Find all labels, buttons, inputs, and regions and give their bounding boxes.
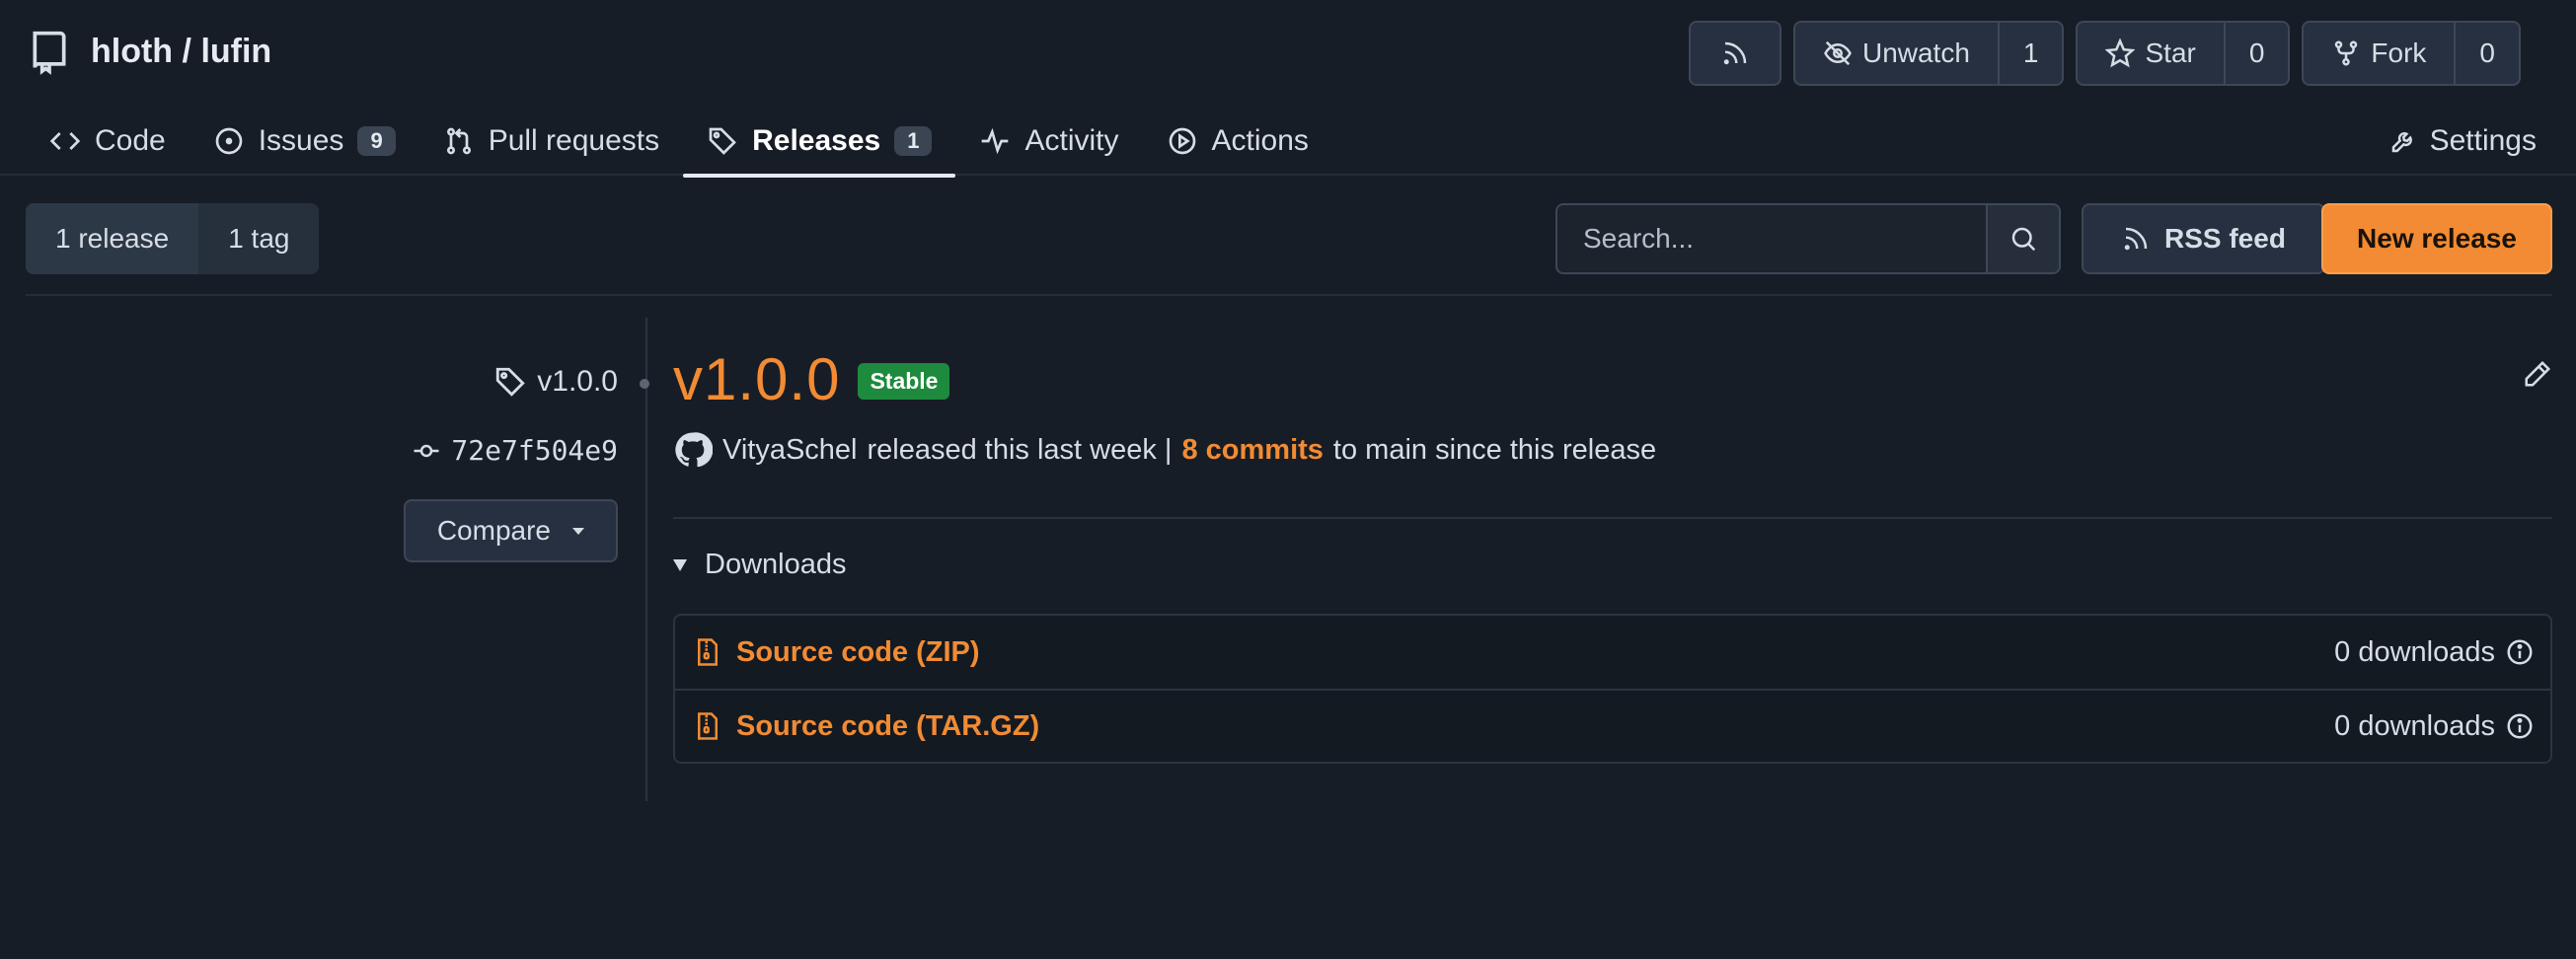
- settings-label: Settings: [2429, 124, 2537, 157]
- search-input[interactable]: [1555, 203, 1986, 274]
- watch-count[interactable]: 1: [1999, 21, 2065, 86]
- release-author[interactable]: VityaSchel: [722, 434, 858, 467]
- release-title[interactable]: v1.0.0: [673, 345, 840, 413]
- repo-title: hloth / lufin: [28, 24, 271, 79]
- info-icon[interactable]: [2505, 711, 2535, 741]
- fork-label: Fork: [2371, 37, 2427, 68]
- fork-group: Fork 0: [2302, 21, 2521, 86]
- tag-icon: [496, 367, 526, 397]
- asset-link[interactable]: Source code (TAR.GZ): [736, 710, 1039, 743]
- watch-group: Unwatch 1: [1792, 21, 2065, 86]
- releases-count: 1: [894, 126, 933, 156]
- released-text: released this last week |: [867, 433, 1173, 466]
- unwatch-label: Unwatch: [1861, 37, 1970, 68]
- tab-actions[interactable]: Actions: [1143, 107, 1332, 176]
- rss-feed-label: RSS feed: [2164, 223, 2286, 254]
- fork-button[interactable]: Fork: [2302, 21, 2457, 86]
- releases-tags-toggle: 1 release 1 tag: [26, 203, 320, 274]
- search-button[interactable]: [1986, 203, 2061, 274]
- tab-label: Pull requests: [488, 124, 660, 157]
- tab-label: Code: [95, 124, 166, 157]
- release-search: [1555, 203, 2061, 274]
- commit-icon: [414, 444, 439, 457]
- file-zip-icon: [698, 638, 718, 666]
- tab-pull-requests[interactable]: Pull requests: [419, 107, 683, 176]
- repo-header: hloth / lufin Unwatch 1 Star 0 Fork 0 Co…: [0, 0, 2576, 178]
- release-tag: v1.0.0: [537, 365, 618, 398]
- star-count[interactable]: 0: [2225, 21, 2291, 86]
- since-text: to main since this release: [1332, 433, 1657, 466]
- tags-count-link[interactable]: 1 tag: [198, 203, 319, 274]
- pulse-icon: [982, 127, 1009, 155]
- asset-download-count: 0 downloads: [2334, 635, 2495, 668]
- downloads-label: Downloads: [705, 549, 847, 580]
- assets-list: Source code (ZIP) 0 downloads Source cod…: [673, 614, 2552, 764]
- repo-rss-button[interactable]: [1688, 21, 1781, 86]
- tab-releases[interactable]: Releases 1: [683, 107, 956, 178]
- repo-icon: [33, 31, 66, 75]
- pull-request-icon: [446, 127, 471, 155]
- repo-link[interactable]: hloth / lufin: [91, 33, 271, 71]
- repo-owner[interactable]: hloth: [91, 33, 173, 70]
- tab-label: Releases: [752, 124, 881, 157]
- play-icon: [1169, 127, 1195, 155]
- tab-label: Activity: [1024, 124, 1119, 157]
- compare-label: Compare: [436, 515, 551, 546]
- tag-icon: [709, 127, 737, 155]
- issue-icon: [215, 127, 243, 155]
- fork-icon: [2335, 40, 2358, 66]
- list-item: Source code (ZIP) 0 downloads: [675, 616, 2550, 689]
- repo-name[interactable]: lufin: [200, 33, 271, 70]
- code-icon: [49, 132, 81, 150]
- triangle-down-icon: [673, 558, 687, 571]
- rss-icon: [2124, 227, 2148, 251]
- compare-button[interactable]: Compare: [403, 499, 618, 562]
- info-icon[interactable]: [2505, 637, 2535, 667]
- commit-sha: 72e7f504e9: [451, 434, 618, 467]
- tab-label: Issues: [258, 124, 344, 157]
- eye-off-icon: [1824, 40, 1852, 66]
- status-badge: Stable: [858, 363, 950, 400]
- rss-feed-button[interactable]: RSS feed: [2082, 203, 2325, 274]
- chevron-down-icon: [572, 527, 584, 535]
- search-icon: [2011, 227, 2036, 252]
- list-item: Source code (TAR.GZ) 0 downloads: [675, 689, 2550, 762]
- tab-issues[interactable]: Issues 9: [189, 107, 419, 176]
- issues-count: 9: [357, 126, 396, 156]
- repo-separator: /: [182, 32, 191, 70]
- github-avatar-icon[interactable]: [673, 430, 713, 470]
- release-commit-link[interactable]: 72e7f504e9: [412, 434, 618, 467]
- fork-count[interactable]: 0: [2456, 21, 2521, 86]
- unwatch-button[interactable]: Unwatch: [1792, 21, 2000, 86]
- asset-link[interactable]: Source code (ZIP): [736, 636, 980, 669]
- star-label: Star: [2145, 37, 2196, 68]
- asset-download-count: 0 downloads: [2334, 709, 2495, 742]
- tab-activity[interactable]: Activity: [955, 107, 1142, 176]
- tab-settings[interactable]: Settings: [2388, 107, 2537, 176]
- release-meta: VityaSchel released this last week | 8 c…: [673, 430, 1656, 470]
- release-tag-link[interactable]: v1.0.0: [493, 365, 618, 399]
- pencil-icon: [2525, 360, 2551, 387]
- repo-tabs: Code Issues 9 Pull requests Releases 1 A…: [26, 107, 1332, 178]
- release-header: v1.0.0 Stable: [673, 345, 950, 413]
- new-release-button[interactable]: New release: [2321, 203, 2552, 274]
- repo-actions: Unwatch 1 Star 0 Fork 0: [1688, 21, 2521, 86]
- star-group: Star 0: [2076, 21, 2291, 86]
- wrench-icon: [2391, 132, 2412, 153]
- edit-release-button[interactable]: [2523, 359, 2552, 389]
- rss-icon: [1723, 41, 1747, 65]
- downloads-toggle[interactable]: Downloads: [673, 549, 846, 581]
- release-sidebar: v1.0.0 72e7f504e9 Compare: [26, 318, 647, 801]
- tab-code[interactable]: Code: [26, 107, 189, 176]
- releases-toolbar: 1 release 1 tag RSS feed New release: [26, 203, 2552, 296]
- file-zip-icon: [698, 712, 718, 740]
- releases-count-link[interactable]: 1 release: [26, 203, 199, 274]
- star-button[interactable]: Star: [2076, 21, 2226, 86]
- tab-label: Actions: [1211, 124, 1309, 157]
- star-icon: [2105, 38, 2136, 68]
- timeline-dot: [640, 379, 649, 389]
- divider: [673, 517, 2552, 519]
- commits-link[interactable]: 8 commits: [1181, 434, 1323, 467]
